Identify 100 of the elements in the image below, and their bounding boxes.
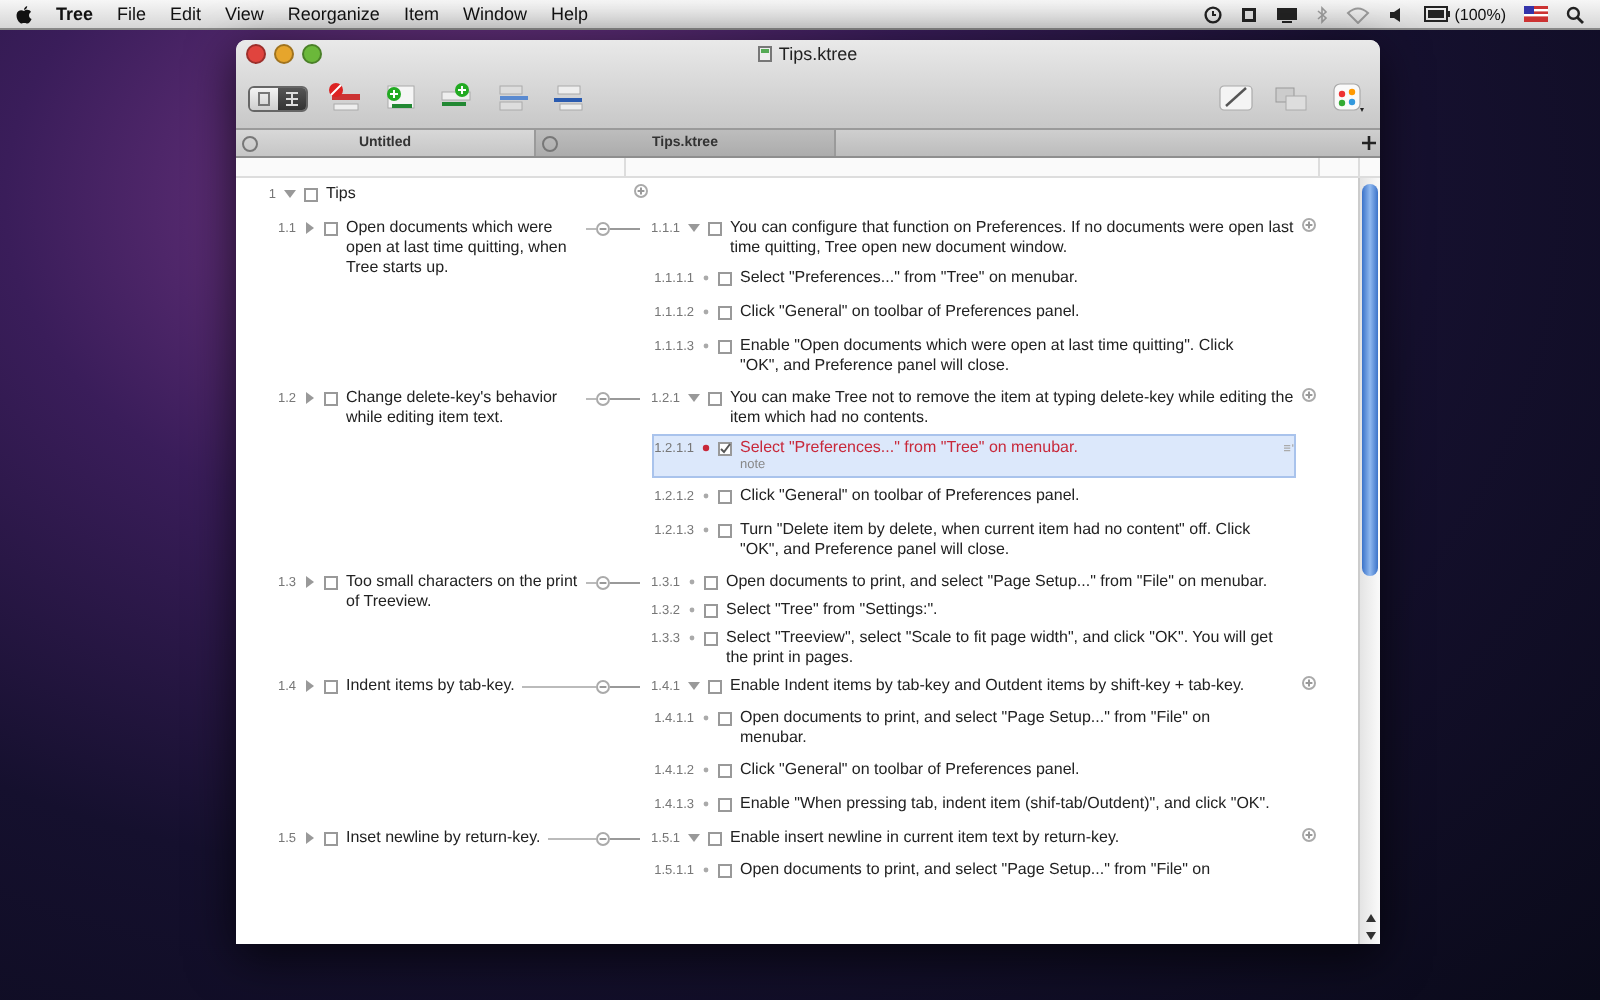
scroll-down-button[interactable] xyxy=(1360,926,1380,944)
wifi-icon[interactable] xyxy=(1346,5,1371,23)
clock-icon[interactable] xyxy=(1204,5,1223,23)
menu-item[interactable]: Help xyxy=(550,4,588,24)
minimize-button[interactable] xyxy=(274,44,294,64)
checkbox[interactable] xyxy=(718,490,732,504)
item-text[interactable]: Open documents to print, and select "Page Setup..." from "File" on xyxy=(740,860,1276,880)
checkbox[interactable] xyxy=(718,864,732,878)
disclosure-triangle-icon[interactable] xyxy=(284,188,296,200)
battery-icon[interactable] xyxy=(1424,6,1451,22)
menu-item[interactable]: Window xyxy=(462,4,527,24)
item-text[interactable]: Select "Preferences..." from "Tree" on menubar. xyxy=(740,268,1276,288)
checkbox[interactable] xyxy=(704,576,718,590)
checkbox[interactable] xyxy=(718,764,732,778)
add-icon[interactable] xyxy=(1302,388,1316,402)
tab-status-icon[interactable] xyxy=(542,136,558,152)
flag-icon[interactable] xyxy=(1524,6,1548,22)
disclosure-triangle-icon[interactable] xyxy=(688,832,700,844)
disclosure-triangle-icon[interactable] xyxy=(304,222,316,234)
checkbox[interactable] xyxy=(708,680,722,694)
item-text[interactable]: You can make Tree not to remove the item at typing delete-key while editing the item which had no contents. xyxy=(730,388,1294,428)
scroll-thumb[interactable] xyxy=(1362,184,1378,576)
list-view-button[interactable] xyxy=(250,87,278,109)
item-text[interactable]: Inset newline by return-key. xyxy=(346,828,541,848)
item-text[interactable]: Enable insert newline in current item text by return-key. xyxy=(730,828,1294,848)
toolbar-button[interactable] xyxy=(324,80,364,116)
item-text[interactable]: Select "Preferences..." from "Tree" on menubar. xyxy=(740,438,1276,458)
item-text[interactable]: You can configure that function on Preferences. If no documents were open last time quitting, Tree open new document window. xyxy=(730,218,1294,258)
toolbar-button[interactable] xyxy=(548,80,588,116)
menu-item[interactable]: Edit xyxy=(170,4,202,24)
item-text[interactable]: Enable "When pressing tab, indent item (shif-tab/Outdent)", and click "OK". xyxy=(740,794,1276,814)
menu-item[interactable]: View xyxy=(225,4,264,24)
checkbox[interactable] xyxy=(718,340,732,354)
item-text[interactable]: Click "General" on toolbar of Preferences panel. xyxy=(740,486,1276,506)
checkbox[interactable] xyxy=(324,222,338,236)
disclosure-triangle-icon[interactable] xyxy=(688,680,700,692)
checkbox[interactable] xyxy=(718,306,732,320)
toolbar-button[interactable] xyxy=(1216,80,1256,116)
item-text[interactable]: Select "Tree" from "Settings:". xyxy=(726,600,1290,620)
item-text[interactable]: Open documents to print, and select "Page Setup..." from "File" on menubar. xyxy=(740,708,1276,748)
note-icon[interactable] xyxy=(1284,442,1294,454)
item-text[interactable]: Change delete-key's behavior while editing item text. xyxy=(346,388,578,428)
item-text[interactable]: Select "Treeview", select "Scale to fit page width", and click "OK". You will get the print in pages. xyxy=(726,628,1290,668)
checkbox[interactable] xyxy=(704,604,718,618)
checkbox[interactable] xyxy=(324,576,338,590)
collapse-icon[interactable] xyxy=(596,221,610,235)
tree-view-button[interactable] xyxy=(278,87,306,109)
checkbox[interactable] xyxy=(324,832,338,846)
checkbox[interactable] xyxy=(718,712,732,726)
apple-logo-icon[interactable] xyxy=(16,5,32,23)
disclosure-triangle-icon[interactable] xyxy=(688,222,700,234)
close-icon[interactable] xyxy=(242,136,258,152)
menu-item[interactable]: File xyxy=(117,4,147,24)
item-text[interactable]: Too small characters on the print of Treeview. xyxy=(346,572,578,612)
disclosure-triangle-icon[interactable] xyxy=(304,392,316,404)
collapse-icon[interactable] xyxy=(596,391,610,405)
checkbox[interactable] xyxy=(708,392,722,406)
item-text[interactable]: Click "General" on toolbar of Preferences panel. xyxy=(740,760,1276,780)
item-text[interactable]: Open documents to print, and select "Page Setup..." from "File" on menubar. xyxy=(726,572,1290,592)
collapse-icon[interactable] xyxy=(596,831,610,845)
scrollbar[interactable] xyxy=(1358,178,1380,944)
disclosure-triangle-icon[interactable] xyxy=(304,680,316,692)
checkbox[interactable] xyxy=(718,272,732,286)
disclosure-triangle-icon[interactable] xyxy=(304,576,316,588)
checkbox[interactable] xyxy=(324,680,338,694)
collapse-icon[interactable] xyxy=(596,679,610,693)
outdent-icon xyxy=(494,82,530,114)
checkbox[interactable] xyxy=(324,392,338,406)
checkbox[interactable] xyxy=(304,188,318,202)
menu-item[interactable]: Reorganize xyxy=(287,4,380,24)
toolbar-button[interactable] xyxy=(1328,80,1368,116)
add-tab-button[interactable] xyxy=(1356,130,1380,156)
item-text[interactable]: Enable "Open documents which were open at last time quitting". Click "OK", and Preference panel will close. xyxy=(740,336,1276,376)
checkbox[interactable] xyxy=(718,524,732,538)
checkbox[interactable] xyxy=(718,798,732,812)
checkbox[interactable] xyxy=(708,222,722,236)
item-text[interactable]: Indent items by tab-key. xyxy=(346,676,515,696)
app-menu[interactable]: Tree xyxy=(56,4,94,24)
add-icon[interactable] xyxy=(1302,676,1316,690)
disclosure-triangle-icon[interactable] xyxy=(688,392,700,404)
add-icon[interactable] xyxy=(634,184,648,198)
zoom-button[interactable] xyxy=(302,44,322,64)
search-icon[interactable] xyxy=(1566,5,1584,23)
close-button[interactable] xyxy=(246,44,266,64)
checkbox[interactable] xyxy=(718,442,732,456)
item-text[interactable]: Enable Indent items by tab-key and Outdent items by shift-key + tab-key. xyxy=(730,676,1294,696)
bluetooth-icon[interactable] xyxy=(1316,5,1329,23)
item-text[interactable]: Open documents which were open at last time quitting, when Tree starts up. xyxy=(346,218,578,278)
display-icon[interactable] xyxy=(1240,5,1259,23)
checkbox[interactable] xyxy=(704,632,718,646)
disclosure-triangle-icon[interactable] xyxy=(304,832,316,844)
collapse-icon[interactable] xyxy=(596,575,610,589)
item-text[interactable]: Turn "Delete item by delete, when current item had no content" off. Click "OK", and Preference panel will close. xyxy=(740,520,1276,560)
add-icon[interactable] xyxy=(1302,828,1316,842)
checkbox[interactable] xyxy=(708,832,722,846)
add-icon[interactable] xyxy=(1302,218,1316,232)
item-text[interactable]: Tips xyxy=(326,184,626,204)
monitor-icon[interactable] xyxy=(1276,5,1299,23)
menu-item[interactable]: Item xyxy=(403,4,439,24)
item-text[interactable]: Click "General" on toolbar of Preferences panel. xyxy=(740,302,1276,322)
